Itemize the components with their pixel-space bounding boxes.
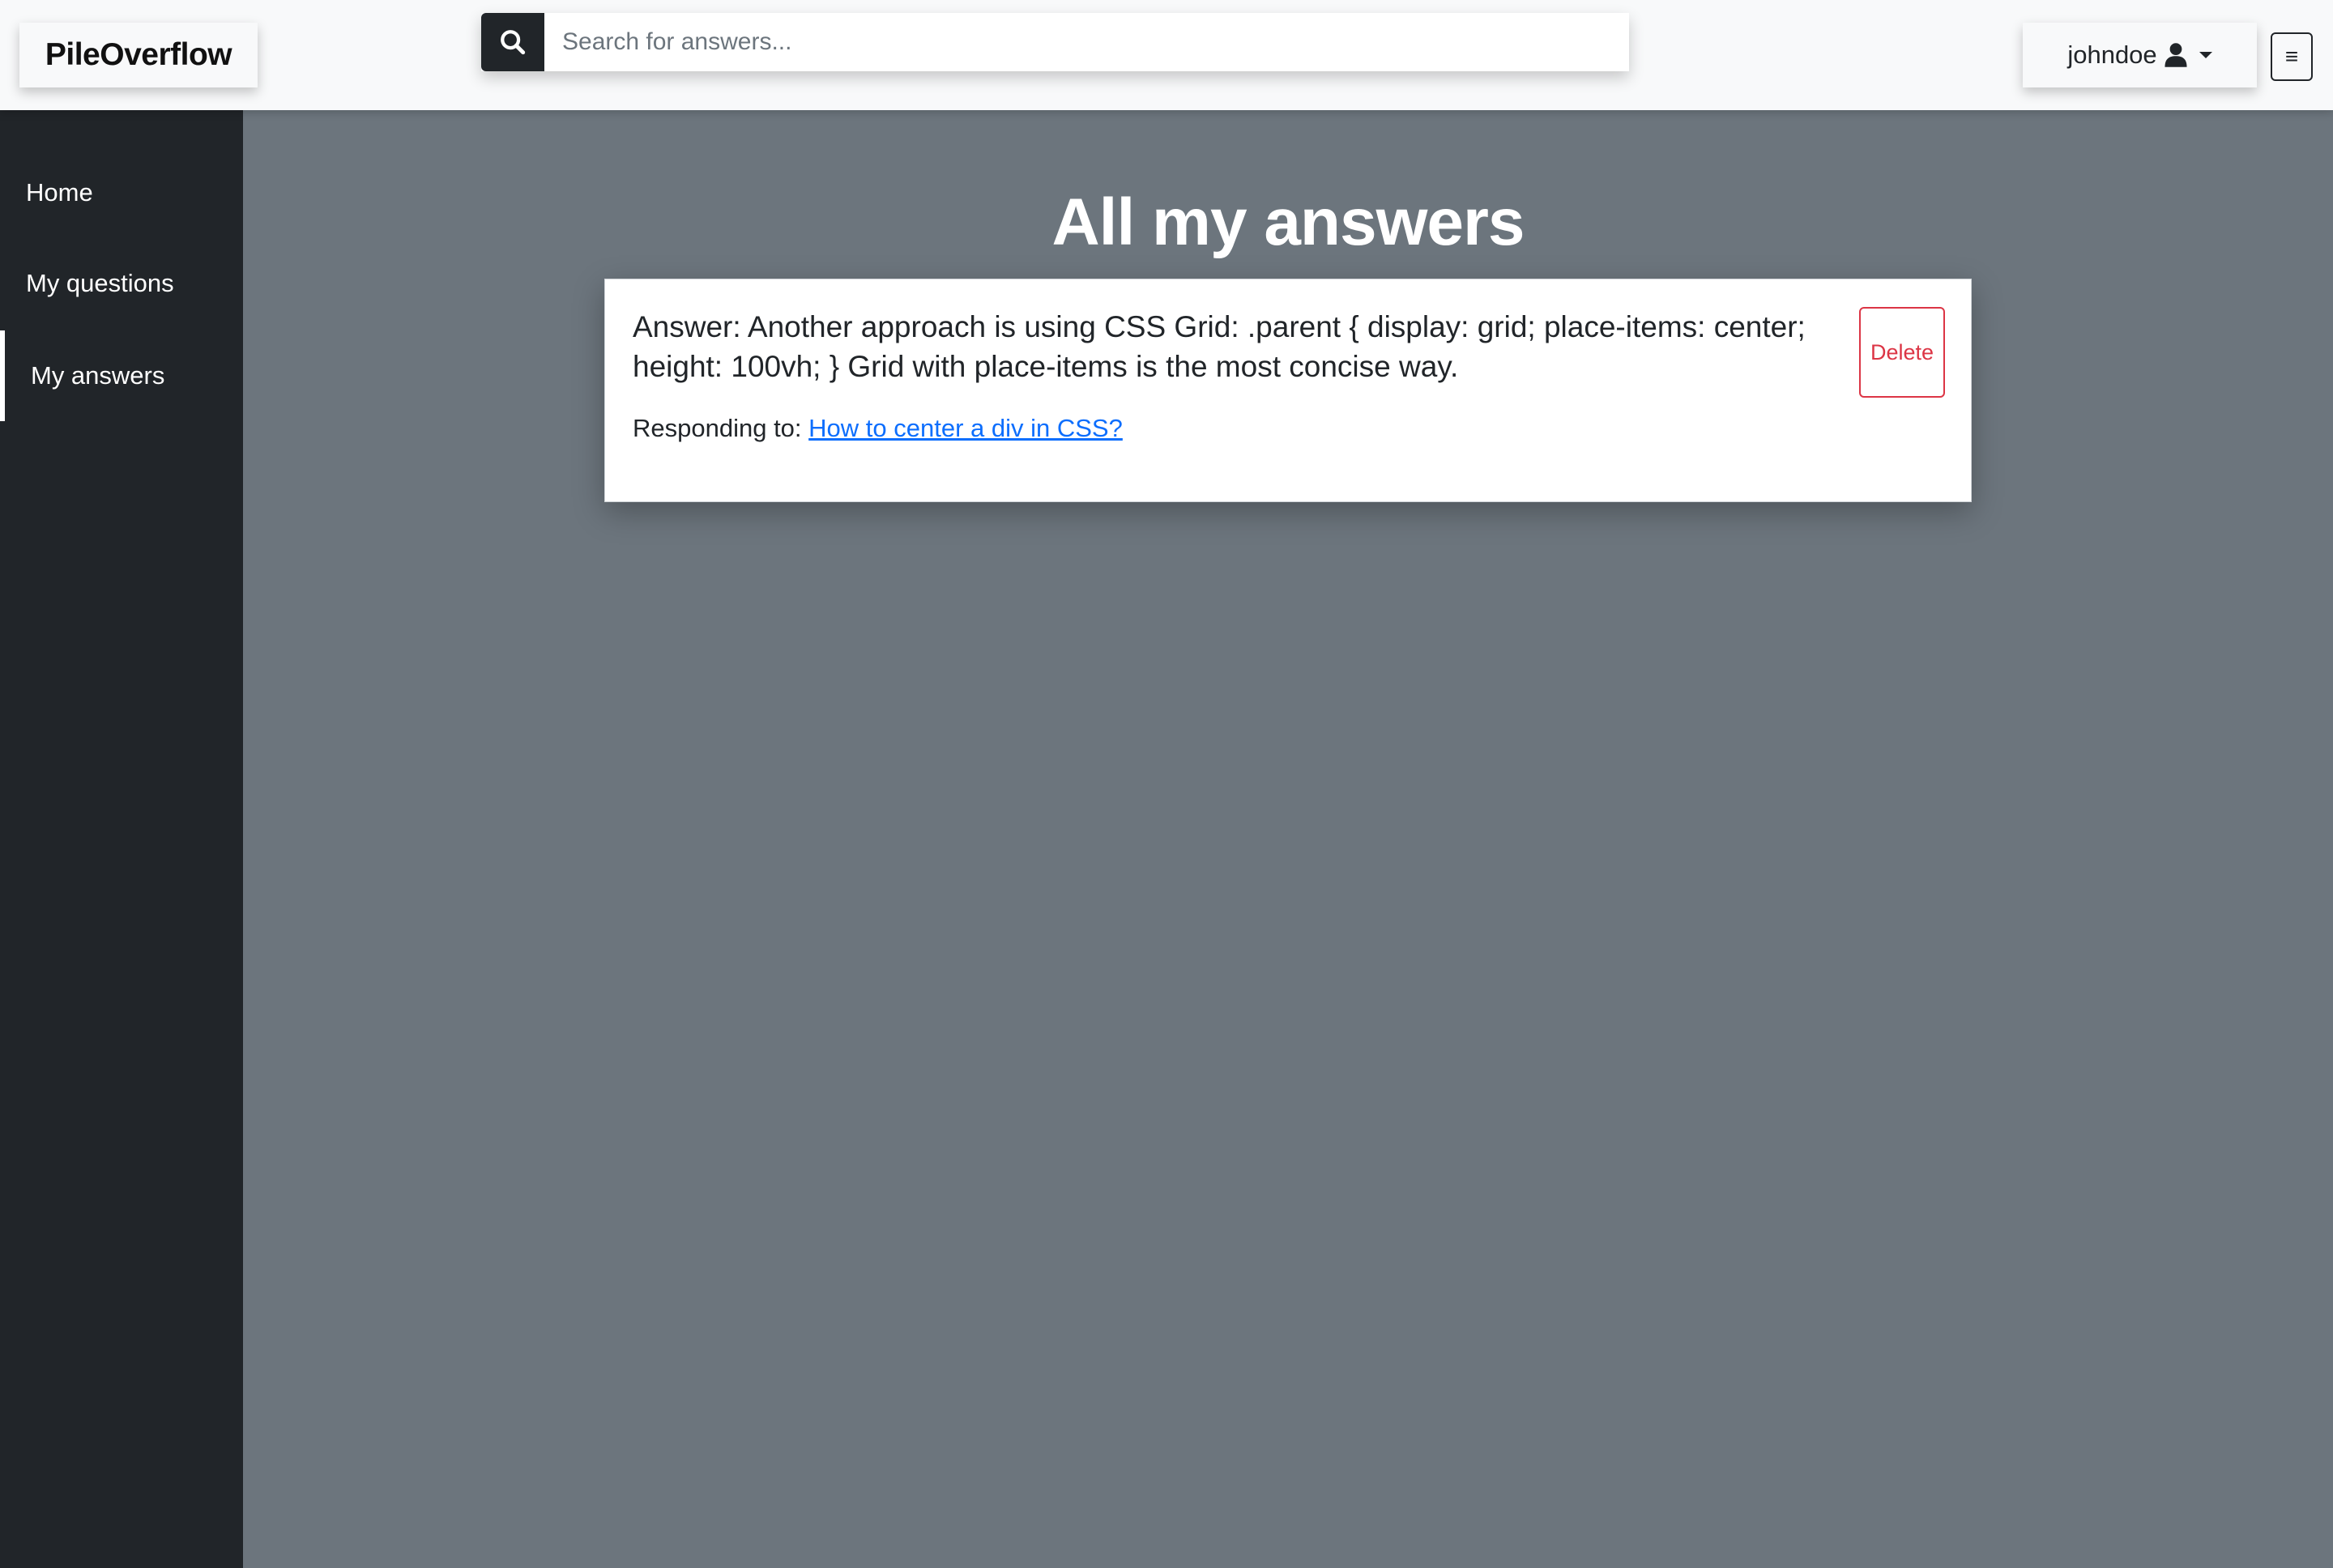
sidebar-item-label: Home [26,178,93,207]
top-navbar: PileOverflow johndoe ≡ [0,0,2333,110]
responding-label: Responding to: [633,414,809,442]
responding-to: Responding to: How to center a div in CS… [633,414,1123,443]
sidebar-item-label: My answers [31,361,165,390]
sidebar: Home My questions My answers [0,110,243,1568]
search-bar [481,13,1629,71]
search-button[interactable] [481,13,544,71]
question-link[interactable]: How to center a div in CSS? [808,414,1123,442]
search-input[interactable] [544,13,1629,71]
delete-button[interactable]: Delete [1859,307,1945,398]
sidebar-item-label: My questions [26,269,174,297]
search-icon [501,30,526,55]
username-label: johndoe [2067,40,2157,69]
user-icon [2165,43,2187,67]
answer-text: Answer: Another approach is using CSS Gr… [633,310,1806,383]
user-menu-button[interactable]: johndoe [2023,23,2257,87]
page-title: All my answers [1051,185,1525,259]
sidebar-item-home[interactable]: Home [0,147,243,238]
menu-toggle-button[interactable]: ≡ [2271,32,2313,81]
brand-logo[interactable]: PileOverflow [19,23,258,87]
sidebar-item-my-answers[interactable]: My answers [0,330,243,421]
sidebar-item-my-questions[interactable]: My questions [0,238,243,329]
chevron-down-icon [2199,52,2212,58]
answer-card: Answer: Another approach is using CSS Gr… [604,279,1972,502]
